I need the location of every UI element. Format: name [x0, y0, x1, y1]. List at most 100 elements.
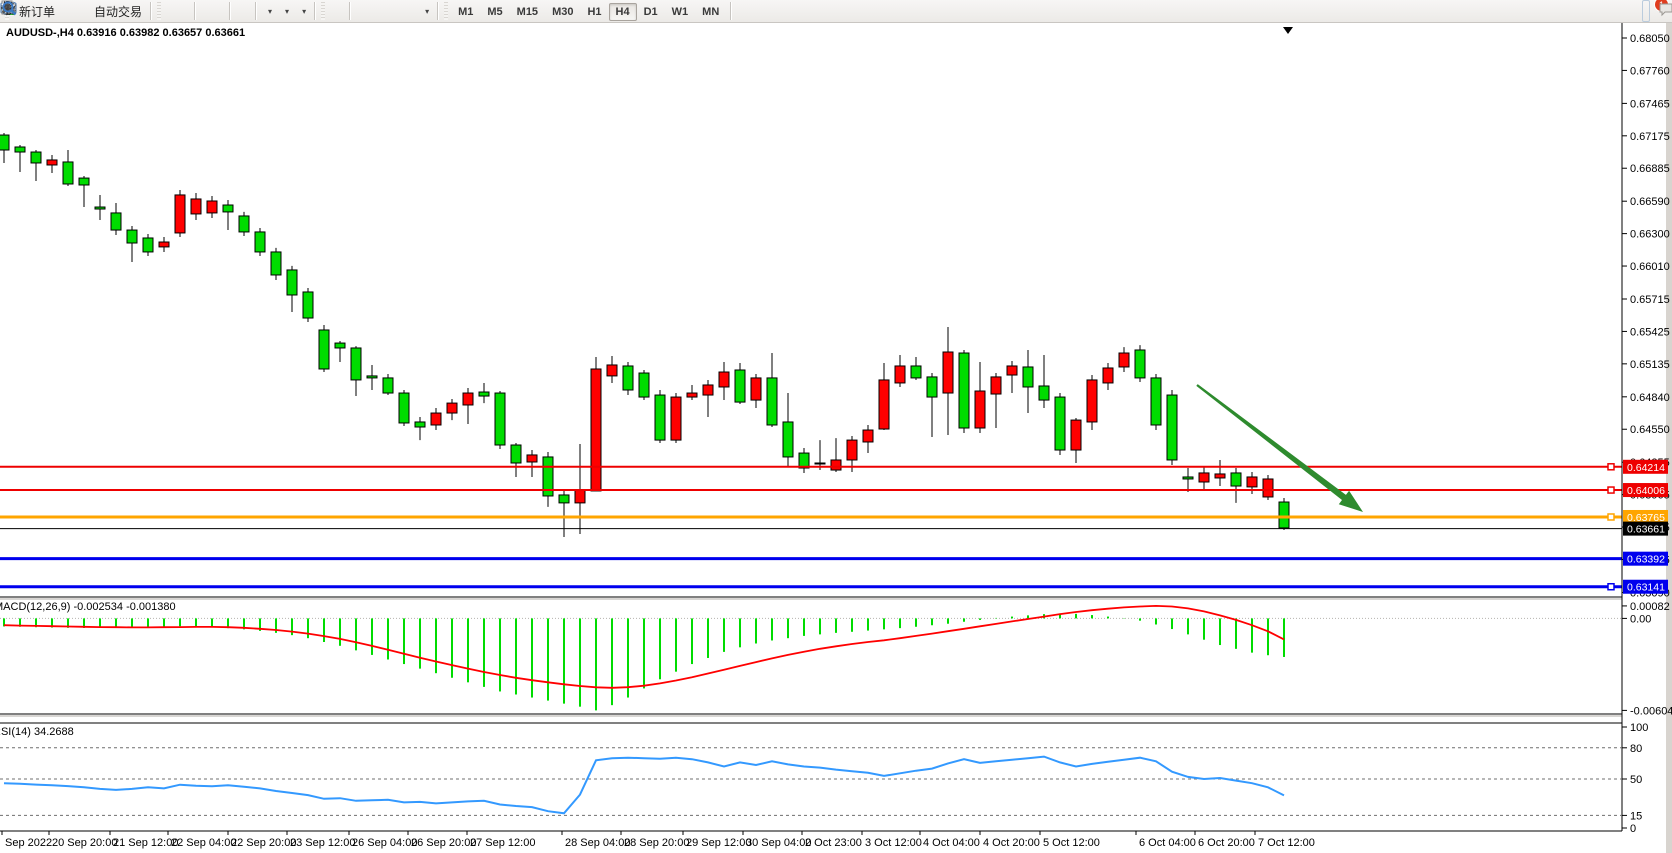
autotrading-button[interactable]: 自动交易	[87, 0, 146, 22]
horizontal-line-button[interactable]	[363, 0, 371, 22]
chevron-down-icon: ▾	[302, 7, 306, 16]
rsi-axis-tick: 15	[1630, 810, 1642, 822]
timeframe-w1-button[interactable]: W1	[665, 3, 696, 21]
line-chart-button[interactable]	[182, 0, 190, 22]
time-axis-tick: 4 Oct 04:00	[923, 837, 980, 849]
rsi-axis-tick: 80	[1630, 743, 1642, 755]
price-axis-tick: 0.65135	[1630, 359, 1670, 371]
price-axis-tick: 0.67760	[1630, 65, 1670, 77]
price-axis-tick: 0.66010	[1630, 261, 1670, 273]
time-axis-tick: 28 Sep 04:00	[565, 837, 630, 849]
arrows-button[interactable]: ▾	[417, 0, 433, 22]
timeframe-m15-button[interactable]: M15	[510, 3, 545, 21]
timeframe-d1-button[interactable]: D1	[637, 3, 665, 21]
search-button[interactable]	[1642, 0, 1650, 22]
fibonacci-button[interactable]: F	[390, 0, 398, 22]
text-button[interactable]: A	[399, 0, 407, 22]
timeframe-m1-button[interactable]: M1	[451, 3, 480, 21]
price-line-label: 0.64006	[1627, 485, 1665, 497]
time-axis-tick: 22 Sep 20:00	[231, 837, 296, 849]
new-order-label: 新订单	[19, 3, 55, 20]
chart-title: AUDUSD-,H4 0.63916 0.63982 0.63657 0.636…	[6, 27, 245, 39]
rsi-axis-tick: 0	[1630, 823, 1636, 835]
price-line-label: 0.64214	[1627, 462, 1665, 474]
price-line-label: 0.63661	[1627, 524, 1665, 536]
time-axis-tick: 26 Sep 20:00	[411, 837, 476, 849]
auto-scroll-button[interactable]	[243, 0, 251, 22]
price-axis-tick: 0.64840	[1630, 392, 1670, 404]
macd-axis-tick: 0.00082	[1630, 601, 1670, 613]
channel-button[interactable]: E	[381, 0, 389, 22]
tile-windows-button[interactable]	[217, 0, 225, 22]
candlestick-chart-button[interactable]	[173, 0, 181, 22]
macd-axis-tick: 0.00	[1630, 613, 1651, 625]
time-axis-tick: 27 Sep 12:00	[470, 837, 535, 849]
timeframe-m30-button[interactable]: M30	[545, 3, 580, 21]
rsi-axis-tick: 50	[1630, 774, 1642, 786]
timeframe-h4-button[interactable]: H4	[609, 3, 637, 21]
time-axis-tick: 30 Sep 04:00	[746, 837, 811, 849]
time-axis-tick: 6 Oct 20:00	[1198, 837, 1255, 849]
timeframe-h1-button[interactable]: H1	[580, 3, 608, 21]
mt4-window: 新订单 自动交易	[0, 0, 1672, 853]
price-line-label: 0.63141	[1627, 582, 1665, 594]
price-axis-tick: 0.65715	[1630, 294, 1670, 306]
price-chart-canvas[interactable]: 0.680500.677600.674650.671750.668850.665…	[0, 0, 1672, 853]
separator	[229, 2, 230, 20]
separator	[730, 2, 731, 20]
crosshair-button[interactable]	[337, 0, 345, 22]
trendline-button[interactable]	[372, 0, 380, 22]
price-axis-tick: 0.66300	[1630, 229, 1670, 241]
periods-button[interactable]: ▾	[277, 0, 293, 22]
zoom-out-button[interactable]	[208, 0, 216, 22]
toolbar-grip	[157, 2, 161, 20]
time-axis-tick: Sep 2022	[5, 837, 52, 849]
bar-chart-button[interactable]	[164, 0, 172, 22]
separator	[437, 2, 438, 20]
chevron-down-icon: ▾	[425, 7, 429, 16]
macd-axis-tick: -0.006044	[1630, 705, 1672, 717]
alerts-button[interactable]: 1	[1656, 0, 1664, 22]
market-watch-button[interactable]	[60, 0, 68, 22]
zoom-in-button[interactable]	[199, 0, 207, 22]
timeframe-m5-button[interactable]: M5	[480, 3, 509, 21]
price-axis-tick: 0.68050	[1630, 33, 1670, 45]
toolbar-grip	[321, 2, 325, 20]
toolbar-grip	[444, 2, 448, 20]
indicators-button[interactable]: ▾	[260, 0, 276, 22]
timeframe-mn-button[interactable]: MN	[695, 3, 726, 21]
time-axis-tick: 26 Sep 04:00	[352, 837, 417, 849]
templates-button[interactable]: ▾	[294, 0, 310, 22]
chart-shift-button[interactable]	[234, 0, 242, 22]
time-axis-tick: 7 Oct 12:00	[1258, 837, 1315, 849]
separator	[349, 2, 350, 20]
price-axis-tick: 0.65425	[1630, 326, 1670, 338]
price-line-label: 0.63392	[1627, 554, 1665, 566]
signal-button[interactable]	[78, 0, 86, 22]
chevron-down-icon: ▾	[285, 7, 289, 16]
toolbar: 新订单 自动交易	[0, 0, 1672, 23]
time-axis-tick: 23 Sep 12:00	[290, 837, 355, 849]
new-order-button[interactable]: 新订单	[12, 0, 59, 22]
price-axis-tick: 0.66590	[1630, 196, 1670, 208]
timeframe-group: M1M5M15M30H1H4D1W1MN	[451, 2, 726, 20]
cursor-button[interactable]	[328, 0, 336, 22]
time-axis-tick: 22 Sep 04:00	[171, 837, 236, 849]
time-axis-tick: 29 Sep 12:00	[686, 837, 751, 849]
vertical-line-button[interactable]	[354, 0, 362, 22]
price-axis-tick: 0.67175	[1630, 131, 1670, 143]
time-axis-tick: 2 Oct 23:00	[805, 837, 862, 849]
data-window-button[interactable]	[69, 0, 77, 22]
time-axis-tick: 6 Oct 04:00	[1139, 837, 1196, 849]
separator	[194, 2, 195, 20]
time-axis-tick: 20 Sep 20:00	[52, 837, 117, 849]
price-axis-tick: 0.66885	[1630, 163, 1670, 175]
time-axis-tick: 3 Oct 12:00	[865, 837, 922, 849]
separator	[314, 2, 315, 20]
separator	[150, 2, 151, 20]
time-axis-tick: 5 Oct 12:00	[1043, 837, 1100, 849]
chevron-down-icon: ▾	[268, 7, 272, 16]
text-label-button[interactable]: T	[408, 0, 416, 22]
time-axis-tick: 21 Sep 12:00	[113, 837, 178, 849]
price-axis-tick: 0.64550	[1630, 424, 1670, 436]
